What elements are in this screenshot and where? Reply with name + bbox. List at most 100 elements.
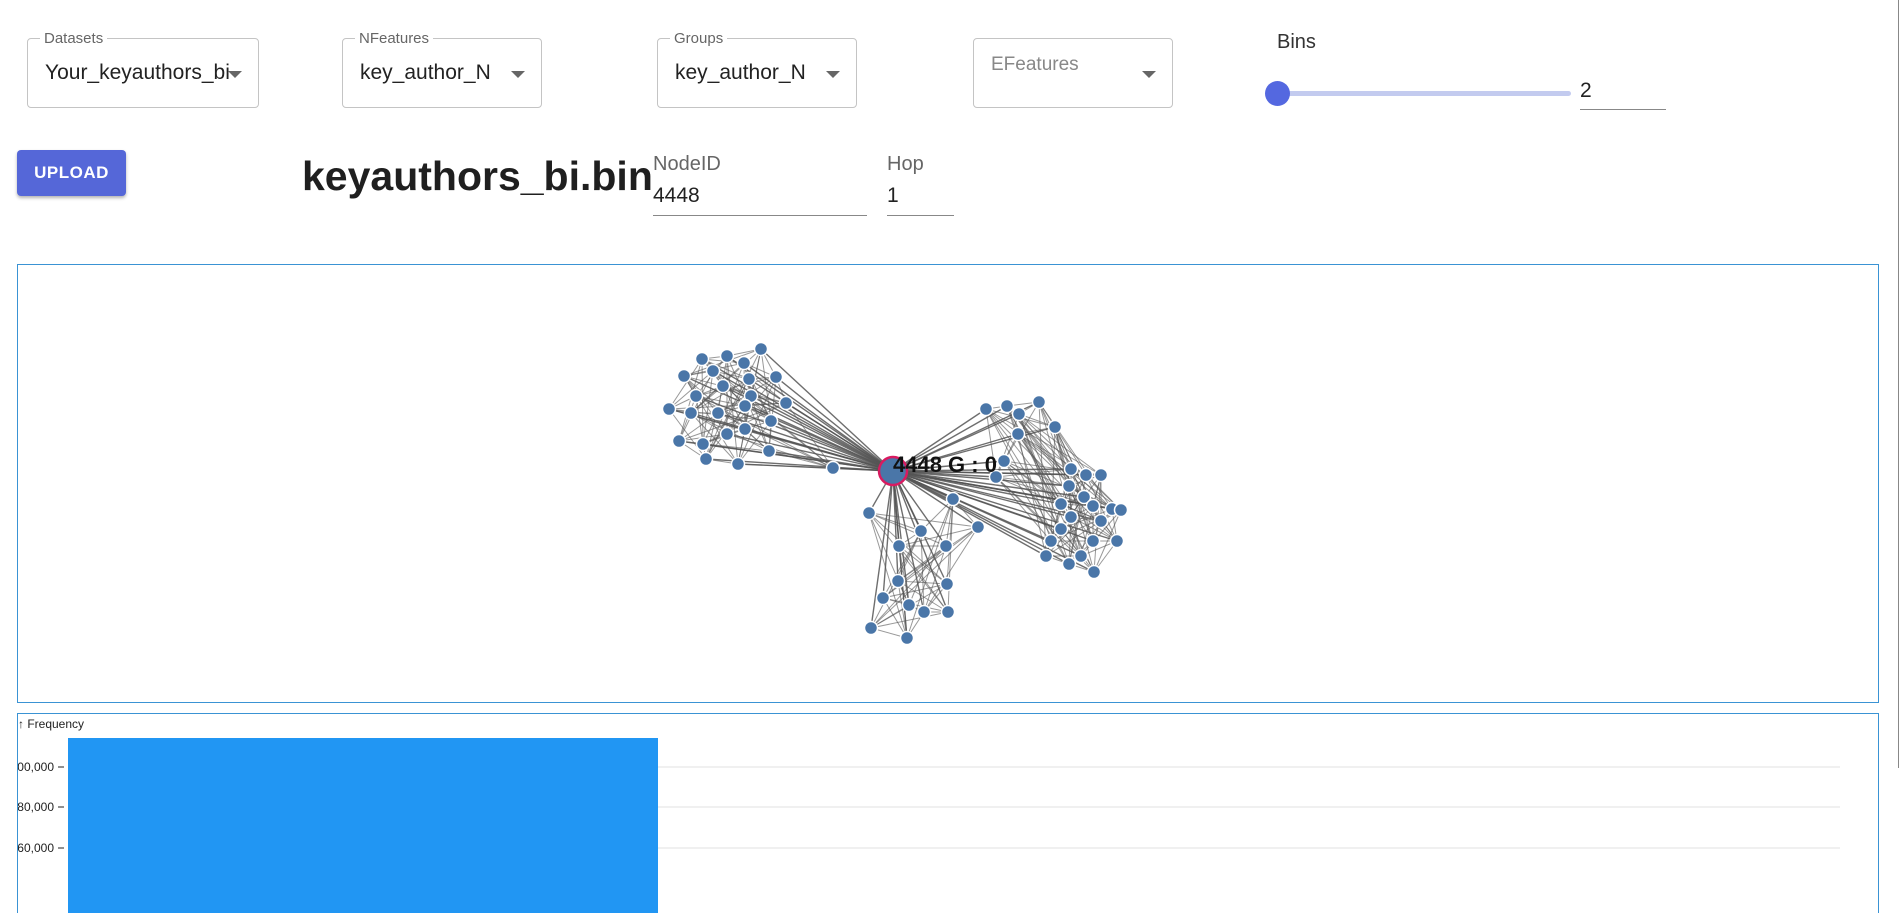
- graph-node[interactable]: [778, 395, 794, 411]
- graph-node[interactable]: [945, 491, 961, 507]
- graph-node[interactable]: [996, 453, 1012, 469]
- chevron-down-icon[interactable]: [511, 71, 525, 78]
- datasets-select[interactable]: Datasets Your_keyauthors_bi: [27, 30, 259, 108]
- graph-node[interactable]: [1109, 533, 1125, 549]
- graph-node[interactable]: [938, 538, 954, 554]
- graph-node[interactable]: [661, 401, 677, 417]
- graph-node[interactable]: [1043, 533, 1059, 549]
- histogram-bar[interactable]: [68, 738, 658, 913]
- upload-button[interactable]: UPLOAD: [17, 150, 126, 196]
- graph-node[interactable]: [1078, 467, 1094, 483]
- divider: [1898, 0, 1899, 768]
- graph-node[interactable]: [1061, 556, 1077, 572]
- chevron-down-icon[interactable]: [1142, 71, 1156, 78]
- graph-node[interactable]: [763, 413, 779, 429]
- y-axis-label: ↑ Frequency: [18, 717, 84, 731]
- bins-input[interactable]: 2: [1580, 76, 1666, 110]
- graph-node[interactable]: [863, 620, 879, 636]
- graph-node[interactable]: [710, 405, 726, 421]
- graph-node[interactable]: [741, 371, 757, 387]
- graph-node[interactable]: [695, 436, 711, 452]
- chevron-down-icon[interactable]: [228, 71, 242, 78]
- graph-node[interactable]: [1031, 394, 1047, 410]
- graph-node[interactable]: [825, 460, 841, 476]
- graph-node[interactable]: [1086, 564, 1102, 580]
- graph-edge: [870, 611, 949, 629]
- graph-node[interactable]: [899, 630, 915, 646]
- groups-select[interactable]: Groups key_author_N: [657, 30, 857, 108]
- nodeid-label: NodeID: [653, 153, 721, 175]
- graph-node[interactable]: [737, 398, 753, 414]
- page-title: keyauthors_bi.bin: [302, 153, 653, 199]
- graph-node[interactable]: [901, 597, 917, 613]
- graph-node[interactable]: [753, 341, 769, 357]
- graph-node[interactable]: [1113, 502, 1129, 518]
- graph-node[interactable]: [1085, 533, 1101, 549]
- graph-node[interactable]: [1085, 498, 1101, 514]
- graph-node[interactable]: [719, 348, 735, 364]
- graph-node[interactable]: [705, 363, 721, 379]
- groups-label: Groups: [670, 30, 728, 48]
- chevron-down-icon[interactable]: [826, 71, 840, 78]
- graph-node[interactable]: [1063, 509, 1079, 525]
- graph-node[interactable]: [940, 604, 956, 620]
- groups-value: key_author_N: [675, 61, 806, 84]
- nodeid-input[interactable]: 4448: [653, 184, 867, 216]
- graph-node[interactable]: [970, 519, 986, 535]
- graph-node[interactable]: [1047, 419, 1063, 435]
- graph-node[interactable]: [737, 421, 753, 437]
- graph-node[interactable]: [999, 398, 1015, 414]
- graph-node[interactable]: [1053, 496, 1069, 512]
- network-graph[interactable]: 4448 G : 0: [18, 265, 1878, 702]
- graph-node[interactable]: [698, 451, 714, 467]
- graph-node[interactable]: [683, 405, 699, 421]
- graph-node[interactable]: [768, 369, 784, 385]
- bins-slider-thumb[interactable]: [1265, 81, 1290, 106]
- nfeatures-value: key_author_N: [360, 61, 491, 84]
- graph-node[interactable]: [1073, 548, 1089, 564]
- graph-node[interactable]: [694, 351, 710, 367]
- graph-node[interactable]: [916, 604, 932, 620]
- graph-node[interactable]: [1093, 467, 1109, 483]
- graph-node[interactable]: [890, 573, 906, 589]
- y-tick-label: 80,000: [18, 800, 54, 814]
- histogram-panel: ↑ Frequency 00,000 80,000 60,000: [17, 713, 1879, 913]
- nfeatures-select[interactable]: NFeatures key_author_N: [342, 30, 542, 108]
- graph-node[interactable]: [761, 443, 777, 459]
- graph-node[interactable]: [715, 378, 731, 394]
- bins-slider-track[interactable]: [1277, 91, 1571, 96]
- graph-node[interactable]: [1011, 406, 1027, 422]
- efeatures-select[interactable]: EFeatures: [973, 38, 1173, 108]
- efeatures-label: EFeatures: [991, 54, 1079, 75]
- center-node-label: 4448 G : 0: [893, 452, 997, 477]
- graph-node[interactable]: [688, 388, 704, 404]
- graph-node[interactable]: [1063, 461, 1079, 477]
- graph-node[interactable]: [891, 538, 907, 554]
- graph-node[interactable]: [736, 355, 752, 371]
- graph-node[interactable]: [939, 576, 955, 592]
- graph-node[interactable]: [913, 523, 929, 539]
- graph-node[interactable]: [1053, 521, 1069, 537]
- graph-node[interactable]: [730, 456, 746, 472]
- graph-node[interactable]: [1093, 513, 1109, 529]
- bins-label: Bins: [1277, 31, 1316, 53]
- y-tick-label: 60,000: [18, 841, 54, 855]
- graph-panel[interactable]: 4448 G : 0: [17, 264, 1879, 703]
- graph-node[interactable]: [1010, 426, 1026, 442]
- graph-node[interactable]: [1038, 548, 1054, 564]
- graph-node[interactable]: [671, 433, 687, 449]
- graph-node[interactable]: [978, 401, 994, 417]
- nfeatures-label: NFeatures: [355, 30, 434, 48]
- y-tick-label: 00,000: [18, 760, 54, 774]
- graph-node[interactable]: [719, 426, 735, 442]
- datasets-value: Your_keyauthors_bi: [45, 61, 230, 84]
- graph-node[interactable]: [1061, 478, 1077, 494]
- histogram-chart: ↑ Frequency 00,000 80,000 60,000: [18, 717, 1840, 913]
- hop-input[interactable]: 1: [887, 184, 954, 216]
- graph-node[interactable]: [861, 505, 877, 521]
- graph-node[interactable]: [875, 590, 891, 606]
- datasets-label: Datasets: [40, 30, 108, 48]
- graph-node[interactable]: [676, 368, 692, 384]
- graph-edges: [668, 348, 1122, 639]
- hop-label: Hop: [887, 153, 924, 175]
